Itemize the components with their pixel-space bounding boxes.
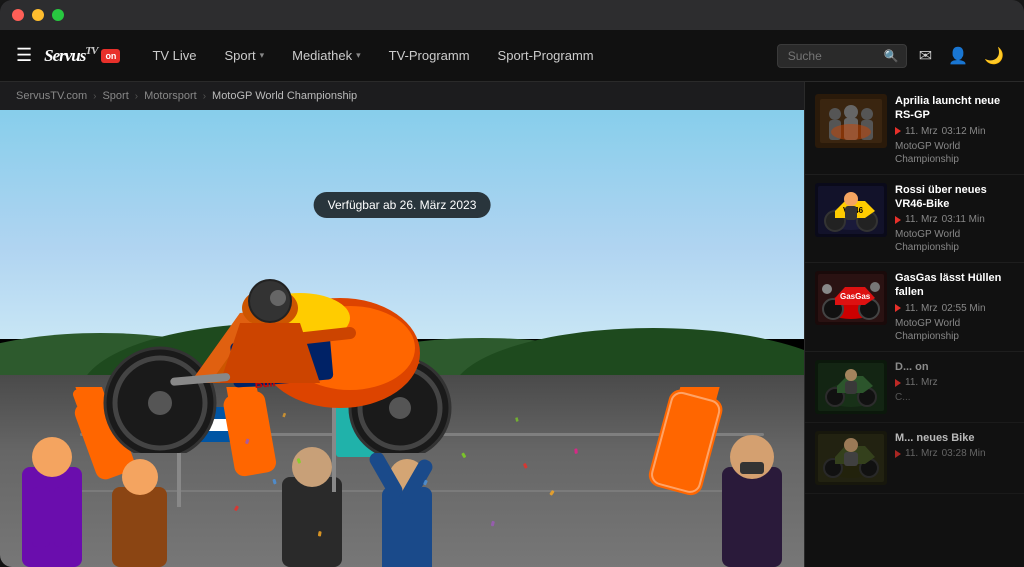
sidebar-card-3[interactable]: GasGas GasGas lässt Hüllen fallen 11. Mr… bbox=[805, 263, 1024, 352]
sidebar-thumb-3: GasGas bbox=[815, 271, 887, 325]
search-bar[interactable]: 🔍 bbox=[777, 44, 907, 68]
nav-items: TV Live Sport ▾ Mediathek ▾ TV-Programm … bbox=[140, 42, 776, 69]
breadcrumb-sep-1: › bbox=[93, 91, 96, 102]
traffic-light-red[interactable] bbox=[12, 9, 24, 21]
navbar: ☰ ServusTV on TV Live Sport ▾ Mediathek … bbox=[0, 30, 1024, 82]
nav-item-sport[interactable]: Sport ▾ bbox=[213, 42, 277, 69]
sidebar-card-5[interactable]: M... neues Bike 11. Mrz 03:28 Min bbox=[805, 423, 1024, 494]
sidebar-card-1[interactable]: Aprilia launcht neue RS-GP 11. Mrz 03:12… bbox=[805, 86, 1024, 175]
app: ☰ ServusTV on TV Live Sport ▾ Mediathek … bbox=[0, 30, 1024, 567]
sidebar-category-1: MotoGP World Championship bbox=[895, 140, 1014, 166]
sidebar-info-5: M... neues Bike 11. Mrz 03:28 Min bbox=[895, 431, 1014, 485]
sidebar-title-2: Rossi über neues VR46-Bike bbox=[895, 183, 1014, 212]
logo-text: ServusTV bbox=[44, 45, 97, 66]
sidebar-title-1: Aprilia launcht neue RS-GP bbox=[895, 94, 1014, 123]
breadcrumb-sport[interactable]: Sport bbox=[102, 90, 128, 102]
sidebar-category-2: MotoGP World Championship bbox=[895, 228, 1014, 254]
moon-icon[interactable]: 🌙 bbox=[980, 42, 1008, 70]
nav-item-tv-programm[interactable]: TV-Programm bbox=[377, 42, 482, 69]
breadcrumb-home[interactable]: ServusTV.com bbox=[16, 90, 87, 102]
sidebar-meta-4: 11. Mrz bbox=[895, 377, 1014, 388]
sidebar-thumb-5 bbox=[815, 431, 887, 485]
play-icon-5 bbox=[895, 450, 901, 458]
nav-item-tv-live[interactable]: TV Live bbox=[140, 42, 208, 69]
traffic-light-yellow[interactable] bbox=[32, 9, 44, 21]
search-input[interactable] bbox=[788, 49, 878, 63]
sidebar-card-2[interactable]: VR46 Rossi über neues VR46-Bike 11. Mrz … bbox=[805, 175, 1024, 264]
breadcrumb-current: MotoGP World Championship bbox=[212, 90, 357, 102]
browser-chrome bbox=[0, 0, 1024, 30]
breadcrumb-sep-2: › bbox=[135, 91, 138, 102]
play-icon-2 bbox=[895, 216, 901, 224]
sidebar-title-5: M... neues Bike bbox=[895, 431, 1014, 445]
sidebar-thumb-4 bbox=[815, 360, 887, 414]
sidebar-info-4: D... on 11. Mrz C... bbox=[895, 360, 1014, 414]
sidebar-thumb-2: VR46 bbox=[815, 183, 887, 237]
play-icon-3 bbox=[895, 304, 901, 312]
availability-badge: Verfügbar ab 26. März 2023 bbox=[314, 192, 491, 218]
sidebar-category-3: MotoGP World Championship bbox=[895, 317, 1014, 343]
chevron-down-icon: ▾ bbox=[356, 50, 361, 61]
play-icon-4 bbox=[895, 379, 901, 387]
nav-item-sport-programm[interactable]: Sport-Programm bbox=[486, 42, 606, 69]
sidebar-meta-2: 11. Mrz 03:11 Min bbox=[895, 214, 1014, 225]
hamburger-menu[interactable]: ☰ bbox=[16, 45, 32, 66]
content-area: ServusTV.com › Sport › Motorsport › Moto… bbox=[0, 82, 804, 567]
sidebar-title-3: GasGas lässt Hüllen fallen bbox=[895, 271, 1014, 300]
sidebar-card-4[interactable]: D... on 11. Mrz C... bbox=[805, 352, 1024, 423]
motorcycle-scene: Red Bull bbox=[40, 233, 540, 453]
svg-text:GasGas: GasGas bbox=[840, 292, 871, 301]
sidebar-meta-3: 11. Mrz 02:55 Min bbox=[895, 303, 1014, 314]
breadcrumb-motorsport[interactable]: Motorsport bbox=[144, 90, 197, 102]
sidebar-title-4: D... on bbox=[895, 360, 1014, 374]
breadcrumb: ServusTV.com › Sport › Motorsport › Moto… bbox=[0, 82, 804, 110]
breadcrumb-sep-3: › bbox=[203, 91, 206, 102]
sidebar-meta-5: 11. Mrz 03:28 Min bbox=[895, 448, 1014, 459]
main-content: ServusTV.com › Sport › Motorsport › Moto… bbox=[0, 82, 1024, 567]
on-badge: on bbox=[101, 49, 120, 63]
play-icon-1 bbox=[895, 127, 901, 135]
nav-item-mediathek[interactable]: Mediathek ▾ bbox=[280, 42, 373, 69]
sidebar: Aprilia launcht neue RS-GP 11. Mrz 03:12… bbox=[804, 82, 1024, 567]
chevron-down-icon: ▾ bbox=[260, 50, 265, 61]
user-icon[interactable]: 👤 bbox=[944, 42, 972, 70]
sidebar-thumb-1 bbox=[815, 94, 887, 148]
search-icon: 🔍 bbox=[884, 49, 899, 63]
sidebar-info-3: GasGas lässt Hüllen fallen 11. Mrz 02:55… bbox=[895, 271, 1014, 343]
hero-section: Red Bull bbox=[0, 110, 804, 567]
sidebar-category-4: C... bbox=[895, 391, 1014, 404]
mail-icon[interactable]: ✉ bbox=[915, 42, 936, 70]
nav-right: 🔍 ✉ 👤 🌙 bbox=[777, 42, 1008, 70]
browser-window: ☰ ServusTV on TV Live Sport ▾ Mediathek … bbox=[0, 0, 1024, 567]
sidebar-meta-1: 11. Mrz 03:12 Min bbox=[895, 126, 1014, 137]
traffic-light-green[interactable] bbox=[52, 9, 64, 21]
site-logo[interactable]: ServusTV on bbox=[44, 45, 120, 66]
sidebar-info-1: Aprilia launcht neue RS-GP 11. Mrz 03:12… bbox=[895, 94, 1014, 166]
sidebar-info-2: Rossi über neues VR46-Bike 11. Mrz 03:11… bbox=[895, 183, 1014, 255]
